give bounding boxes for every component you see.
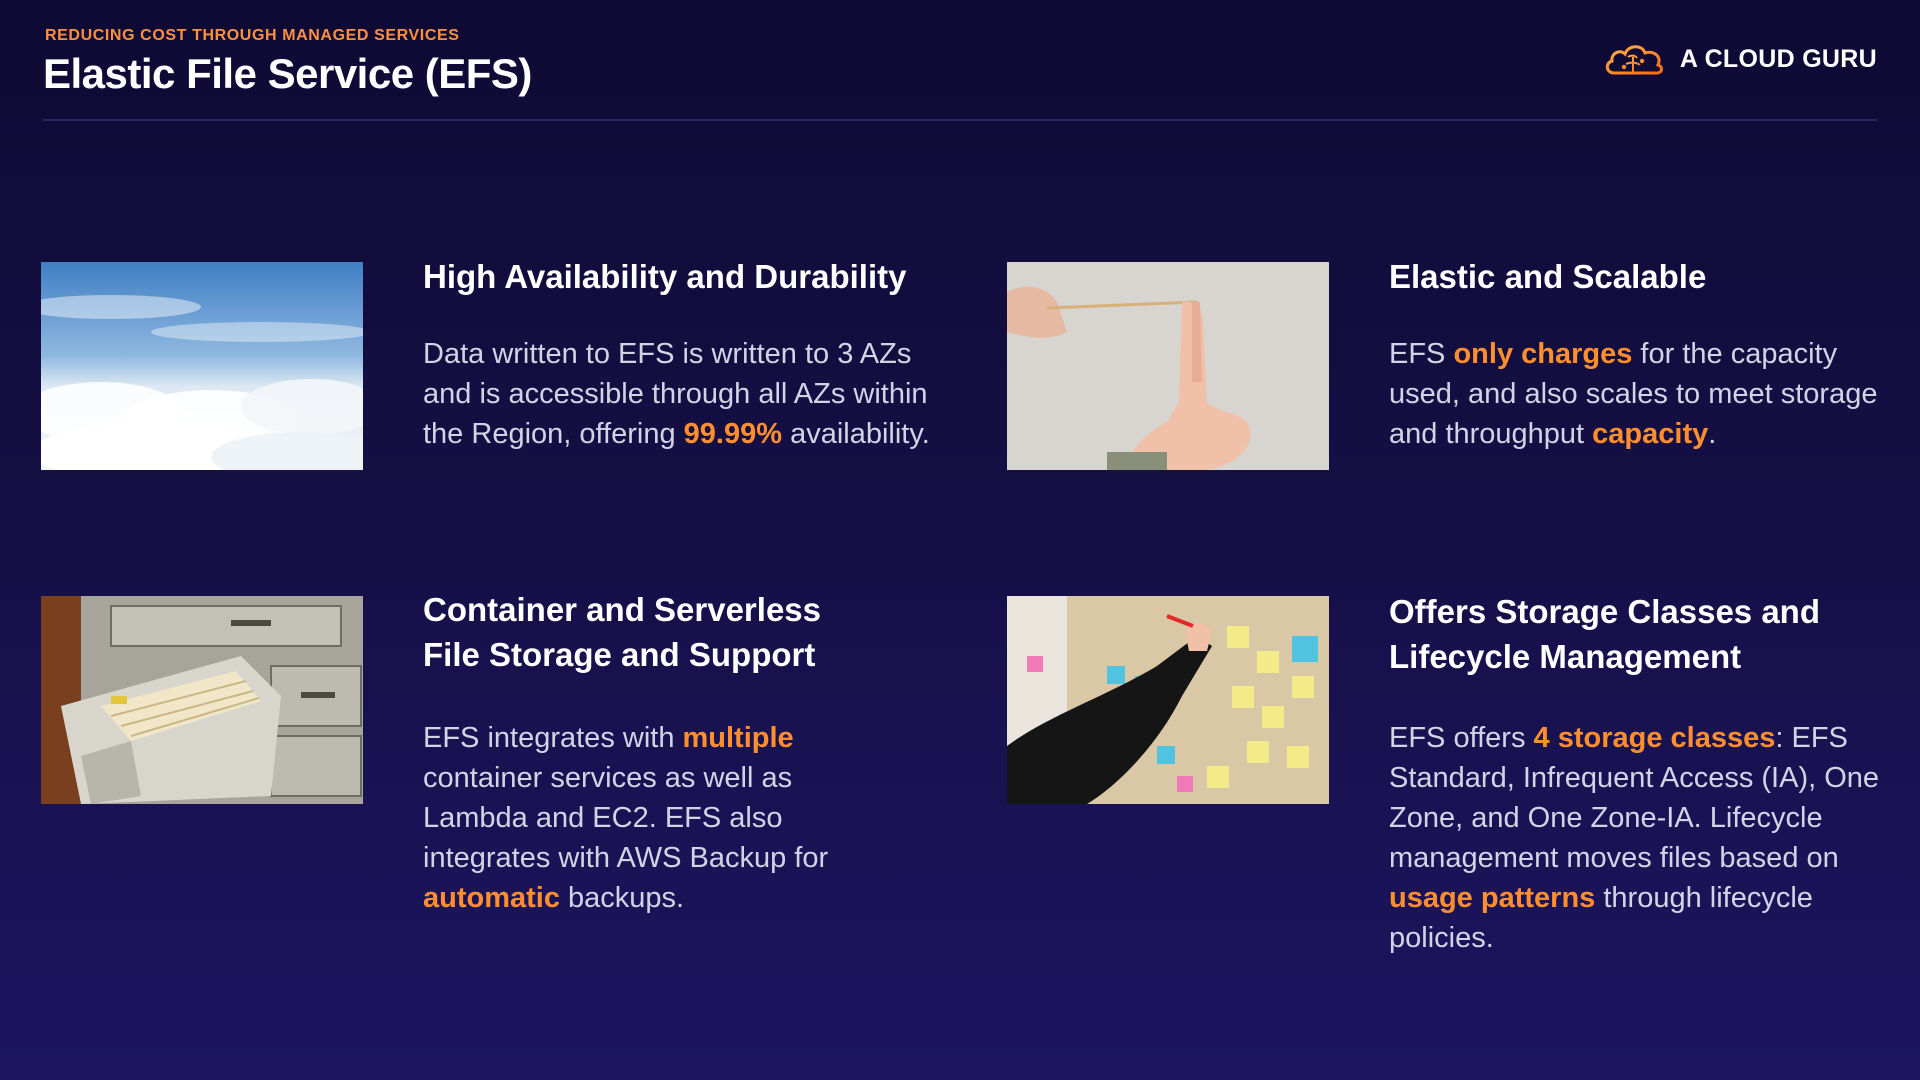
brand: A CLOUD GURU bbox=[1602, 38, 1877, 80]
card-heading: Offers Storage Classes and Lifecycle Man… bbox=[1389, 593, 1820, 675]
file-cabinet-drawer-photo bbox=[41, 596, 363, 804]
slide-title: Elastic File Service (EFS) bbox=[43, 50, 532, 97]
brand-name: A CLOUD GURU bbox=[1679, 44, 1877, 73]
card-body: EFS offers 4 storage classes: EFS Standa… bbox=[1389, 722, 1880, 954]
card-body: Data written to EFS is written to 3 AZs … bbox=[423, 338, 930, 450]
card-body: EFS integrates with multiple container s… bbox=[423, 722, 829, 914]
header-divider bbox=[43, 119, 1877, 121]
card-body: EFS only charges for the capacity used, … bbox=[1389, 338, 1878, 450]
rubber-band-stretch-photo bbox=[1007, 262, 1329, 470]
card-heading: High Availability and Durability bbox=[423, 258, 907, 295]
cloud-brain-icon bbox=[1605, 45, 1663, 75]
clouds-sky-photo bbox=[41, 262, 363, 470]
sticky-notes-board-photo bbox=[1007, 596, 1329, 804]
card-heading: Container and Serverless File Storage an… bbox=[423, 591, 821, 673]
section-eyebrow: REDUCING COST THROUGH MANAGED SERVICES bbox=[45, 27, 460, 44]
card-heading: Elastic and Scalable bbox=[1389, 258, 1707, 295]
